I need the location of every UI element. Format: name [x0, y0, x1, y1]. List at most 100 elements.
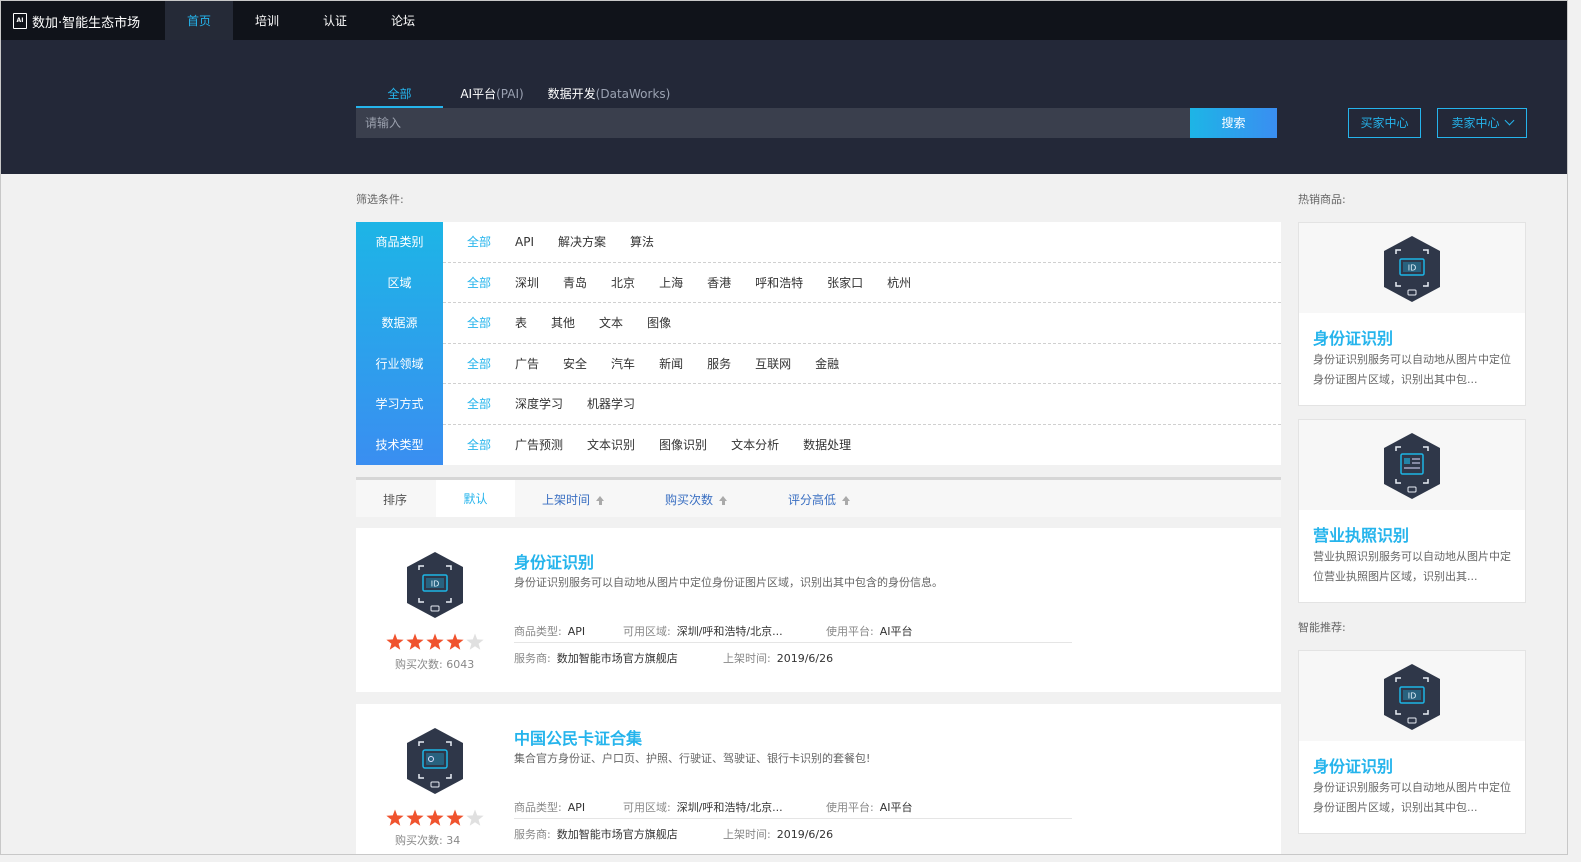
filter-option[interactable]: 服务 [707, 355, 731, 372]
filter-option[interactable]: 新闻 [659, 355, 683, 372]
filter-option[interactable]: 深圳 [515, 274, 539, 291]
filter-label: 商品类别 [375, 235, 424, 249]
nav-item-certification[interactable]: 认证 [301, 1, 369, 40]
filter-option[interactable]: 其他 [551, 314, 575, 331]
filter-row: 学习方式 全部 深度学习 机器学习 [356, 384, 1281, 425]
star-icon [426, 809, 444, 826]
sidebar-product-description: 营业执照识别服务可以自动地从图片中定位营业执照图片区域，识别出其... [1313, 550, 1511, 583]
product-card[interactable]: ID 购买次数: 6043 身份证识别身份证识别服务可以自动地从图片中定位身份证图片… [356, 528, 1281, 692]
filter-option[interactable]: 广告预测 [515, 436, 563, 453]
sort-by-purchases[interactable]: 购买次数 [665, 491, 728, 508]
filter-option[interactable]: 表 [515, 314, 527, 331]
recommend-title: 智能推荐: [1298, 621, 1346, 634]
meta-platform: 使用平台: AI平台 [826, 623, 913, 639]
meta-date: 上架时间: 2019/6/26 [723, 650, 833, 666]
filter-option[interactable]: 深度学习 [515, 395, 563, 412]
filter-option[interactable]: 北京 [611, 274, 635, 291]
tab-dataworks[interactable]: 数据开发(DataWorks) [541, 84, 677, 108]
svg-text:ID: ID [1408, 264, 1417, 273]
sidebar-product-name[interactable]: 身份证识别 [1313, 753, 1393, 777]
filter-option[interactable]: 数据处理 [803, 436, 851, 453]
filter-label: 行业领域 [375, 356, 424, 371]
sidebar-product-card[interactable]: 营业执照识别营业执照识别服务可以自动地从图片中定位营业执照图片区域，识别出其..… [1298, 419, 1526, 603]
filter-option[interactable]: 图像 [647, 314, 671, 331]
filter-option[interactable]: 全部 [467, 233, 491, 250]
filter-options: 全部 广告 安全 汽车 新闻 服务 互联网 金融 [443, 344, 1281, 384]
sidebar-product-card[interactable]: ID 身份证识别身份证识别服务可以自动地从图片中定位身份证图片区域，识别出其中包.… [1298, 222, 1526, 406]
filter-option[interactable]: 图像识别 [659, 436, 707, 453]
sort-item-label: 购买次数 [665, 493, 714, 507]
tab-label: 全部 [387, 87, 412, 101]
filter-option[interactable]: 安全 [563, 355, 587, 372]
arrow-up-icon [596, 496, 605, 505]
arrow-up-icon [842, 496, 851, 505]
meta-vendor-value: 数加智能市场官方旗舰店 [556, 652, 678, 665]
product-description: 集合官方身份证、户口页、护照、行驶证、驾驶证、银行卡识别的套餐包! [514, 752, 871, 765]
filter-option[interactable]: 互联网 [755, 355, 791, 372]
purchase-count: 购买次数: 6043 [395, 658, 475, 671]
filter-options: 全部 广告预测 文本识别 图像识别 文本分析 数据处理 [443, 425, 1281, 466]
id-card-icon: ID [404, 550, 466, 620]
star-icon [466, 633, 484, 650]
sort-by-rating[interactable]: 评分高低 [788, 491, 851, 508]
nav-item-forum[interactable]: 论坛 [369, 1, 437, 40]
meta-vendor-value: 数加智能市场官方旗舰店 [556, 828, 678, 841]
filter-option[interactable]: 青岛 [563, 274, 587, 291]
tab-all[interactable]: 全部 [356, 84, 443, 108]
filter-option[interactable]: 全部 [467, 314, 491, 331]
site-logo[interactable]: AI 数加·智能生态市场 [13, 11, 140, 31]
filter-option[interactable]: 文本 [599, 314, 623, 331]
search-input[interactable] [356, 108, 1190, 138]
filter-option[interactable]: 全部 [467, 274, 491, 291]
purchase-count: 购买次数: 34 [395, 834, 461, 847]
filter-option[interactable]: 呼和浩特 [755, 274, 803, 291]
nav-item-home[interactable]: 首页 [165, 1, 233, 40]
product-card[interactable]: 购买次数: 34 中国公民卡证合集集合官方身份证、户口页、护照、行驶证、驾驶证、银… [356, 704, 1281, 854]
star-icon [386, 809, 404, 826]
filter-option[interactable]: 机器学习 [587, 395, 635, 412]
filter-row: 数据源 全部 表 其他 文本 图像 [356, 303, 1281, 344]
sidebar-product-name[interactable]: 营业执照识别 [1313, 522, 1409, 546]
meta-type-value: API [567, 801, 586, 814]
filter-option[interactable]: 算法 [630, 233, 654, 250]
filter-option[interactable]: 汽车 [611, 355, 635, 372]
filter-option[interactable]: 解决方案 [558, 233, 606, 250]
sort-default[interactable]: 默认 [436, 480, 515, 517]
meta-region-value: 深圳/呼和浩特/北京... [676, 801, 783, 814]
meta-date-value: 2019/6/26 [776, 652, 834, 665]
product-title[interactable]: 中国公民卡证合集 [514, 725, 642, 749]
sidebar-product-name[interactable]: 身份证识别 [1313, 325, 1393, 349]
filter-option[interactable]: 文本分析 [731, 436, 779, 453]
meta-date-label: 上架时间: [723, 828, 771, 841]
filter-option[interactable]: 全部 [467, 395, 491, 412]
filter-option[interactable]: 全部 [467, 436, 491, 453]
sidebar-product-description: 身份证识别服务可以自动地从图片中定位身份证图片区域，识别出其中包... [1313, 353, 1511, 386]
seller-center-button[interactable]: 卖家中心 [1437, 108, 1527, 138]
filter-option[interactable]: API [515, 235, 534, 249]
product-title[interactable]: 身份证识别 [514, 549, 594, 573]
sidebar-product-card[interactable]: ID 身份证识别 身份证识别服务可以自动地从图片中定位身份证图片区域，识别出其中包.… [1298, 650, 1526, 834]
meta-platform-label: 使用平台: [826, 625, 874, 638]
filter-option[interactable]: 文本识别 [587, 436, 635, 453]
sort-by-date[interactable]: 上架时间 [542, 491, 605, 508]
nav-item-training[interactable]: 培训 [233, 1, 301, 40]
filter-option[interactable]: 张家口 [827, 274, 863, 291]
filter-option[interactable]: 金融 [815, 355, 839, 372]
id-card-icon: ID [1381, 234, 1443, 304]
rating-stars [386, 809, 484, 826]
filter-option[interactable]: 杭州 [887, 274, 911, 291]
search-button[interactable]: 搜索 [1190, 108, 1277, 138]
meta-platform-value: AI平台 [879, 625, 913, 638]
meta-platform: 使用平台: AI平台 [826, 799, 913, 815]
page-frame: AI 数加·智能生态市场 首页 培训 认证 论坛 全部 AI平台(PAI) 数据… [0, 0, 1568, 855]
svg-text:ID: ID [431, 580, 440, 589]
filter-options: 全部 表 其他 文本 图像 [443, 303, 1281, 344]
filter-option[interactable]: 上海 [659, 274, 683, 291]
product-description: 身份证识别服务可以自动地从图片中定位身份证图片区域，识别出其中包含的身份信息。 [514, 576, 943, 589]
filter-options: 全部 API 解决方案 算法 [443, 222, 1281, 263]
tab-ai-platform[interactable]: AI平台(PAI) [443, 84, 541, 108]
buyer-center-button[interactable]: 买家中心 [1348, 108, 1421, 138]
filter-option[interactable]: 全部 [467, 355, 491, 372]
filter-option[interactable]: 广告 [515, 355, 539, 372]
filter-option[interactable]: 香港 [707, 274, 731, 291]
